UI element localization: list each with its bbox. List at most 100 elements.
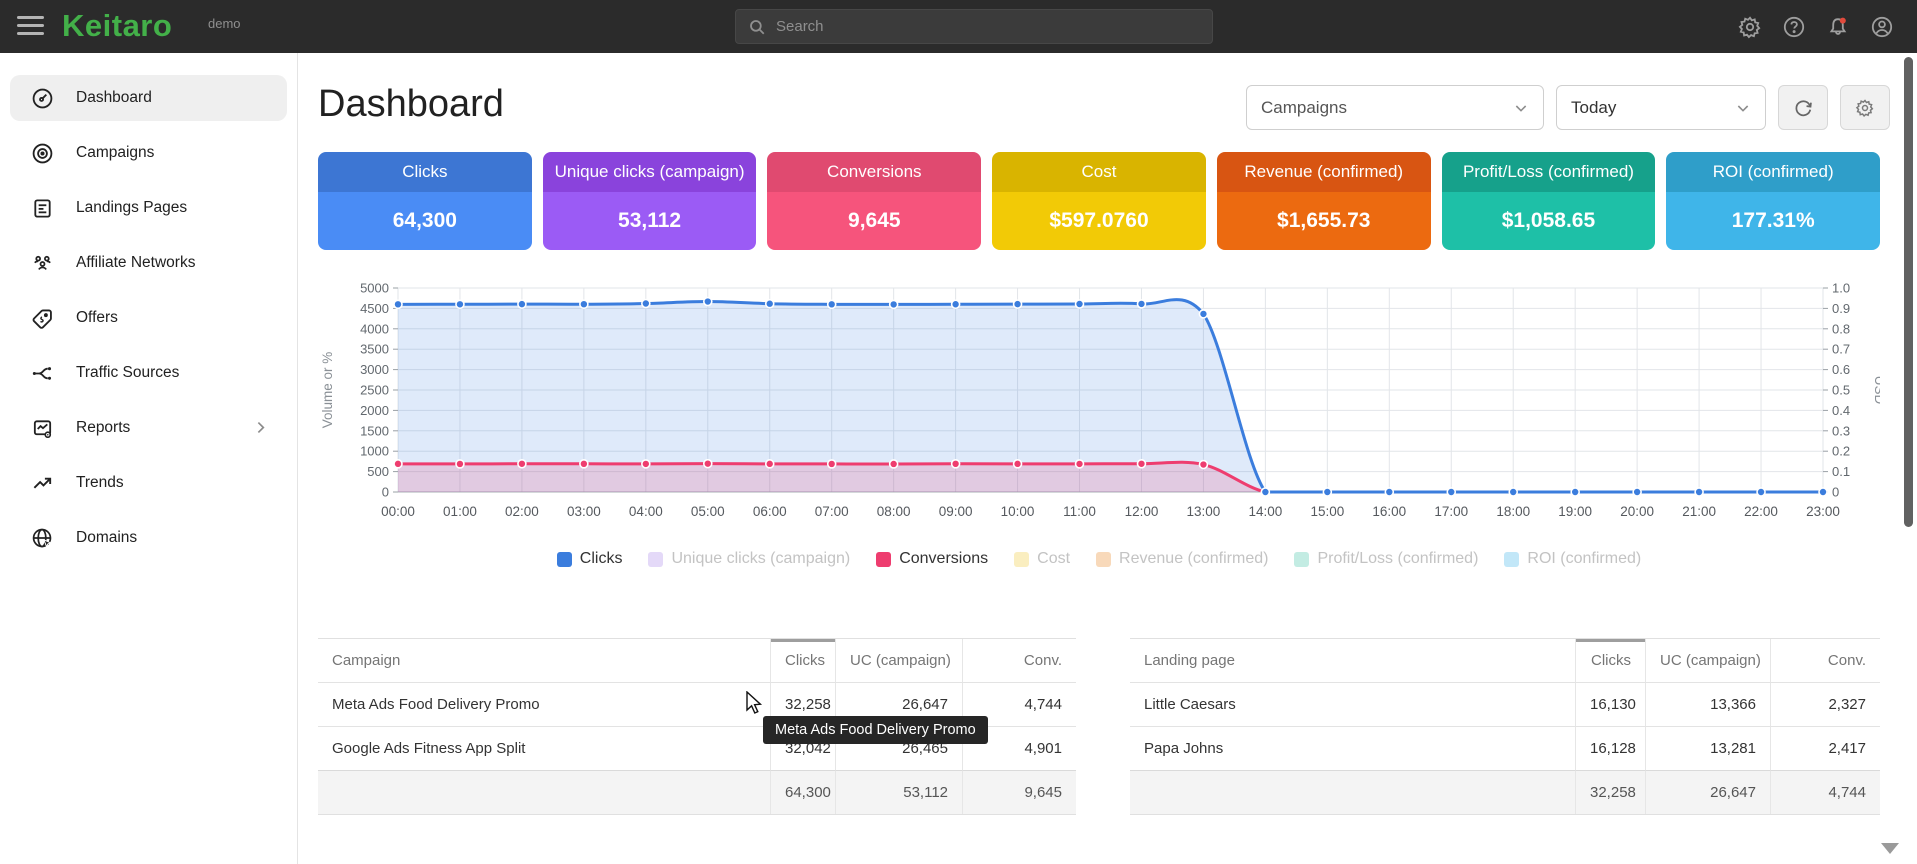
app-logo[interactable]: Keitaro [62, 8, 172, 44]
globe-icon [30, 526, 54, 550]
search-bar[interactable] [735, 9, 1213, 44]
svg-text:12:00: 12:00 [1125, 504, 1159, 519]
dashboard-settings-button[interactable] [1840, 85, 1890, 130]
legend-item-clicks[interactable]: Clicks [557, 550, 623, 568]
top-bar: Keitaro demo [0, 0, 1917, 53]
svg-text:0.8: 0.8 [1832, 321, 1850, 336]
mouse-cursor [745, 691, 767, 715]
search-input[interactable] [776, 18, 1200, 35]
stat-card-clicks[interactable]: Clicks 64,300 [318, 152, 532, 250]
sidebar-item-affiliate-networks[interactable]: Affiliate Networks [10, 240, 287, 286]
column-header-clicks[interactable]: Clicks [1575, 639, 1645, 682]
logo-demo-badge: demo [208, 16, 241, 31]
column-header-campaign[interactable]: Campaign [318, 639, 770, 682]
legend-item-conversions[interactable]: Conversions [876, 550, 988, 568]
svg-text:Volume or %: Volume or % [320, 352, 335, 429]
scroll-down-indicator[interactable] [1881, 843, 1899, 854]
svg-text:0.1: 0.1 [1832, 464, 1850, 479]
legend-item-profit-loss[interactable]: Profit/Loss (confirmed) [1294, 550, 1478, 568]
table-header-row: Campaign Clicks UC (campaign) Conv. [318, 639, 1076, 682]
account-icon[interactable] [1869, 14, 1895, 40]
table-row[interactable]: Papa Johns 16,128 13,281 2,417 [1130, 726, 1880, 770]
column-header-clicks[interactable]: Clicks [770, 639, 835, 682]
column-header-conv[interactable]: Conv. [1770, 639, 1880, 682]
svg-text:1.0: 1.0 [1832, 281, 1850, 296]
stat-card-value: 9,645 [767, 192, 981, 250]
people-icon [30, 251, 54, 275]
chevron-right-icon [252, 419, 269, 436]
stat-card-label: Unique clicks (campaign) [543, 152, 757, 192]
svg-text:05:00: 05:00 [691, 504, 725, 519]
stat-card-label: Clicks [318, 152, 532, 192]
legend-swatch [557, 552, 572, 567]
column-header-landing-page[interactable]: Landing page [1130, 639, 1575, 682]
chevron-down-icon [1735, 100, 1751, 116]
svg-text:0.4: 0.4 [1832, 403, 1850, 418]
sidebar-item-label: Dashboard [76, 89, 152, 107]
stat-card-roi[interactable]: ROI (confirmed) 177.31% [1666, 152, 1880, 250]
svg-text:0: 0 [1832, 485, 1839, 500]
svg-text:1000: 1000 [360, 444, 389, 459]
refresh-icon [1793, 97, 1814, 118]
pages-icon [30, 196, 54, 220]
legend-swatch [876, 552, 891, 567]
stat-card-label: ROI (confirmed) [1666, 152, 1880, 192]
menu-icon[interactable] [17, 16, 44, 40]
notifications-bell-icon[interactable] [1825, 14, 1851, 40]
svg-text:0.7: 0.7 [1832, 342, 1850, 357]
legend-swatch [1014, 552, 1029, 567]
svg-text:21:00: 21:00 [1682, 504, 1716, 519]
sidebar-item-label: Traffic Sources [76, 364, 179, 382]
legend-item-roi[interactable]: ROI (confirmed) [1504, 550, 1641, 568]
stat-card-conversions[interactable]: Conversions 9,645 [767, 152, 981, 250]
period-select[interactable]: Today [1556, 85, 1766, 130]
stat-cards: Clicks 64,300 Unique clicks (campaign) 5… [318, 152, 1880, 250]
sidebar-item-traffic-sources[interactable]: Traffic Sources [10, 350, 287, 396]
stat-card-label: Revenue (confirmed) [1217, 152, 1431, 192]
svg-text:4500: 4500 [360, 301, 389, 316]
sort-indicator [771, 639, 835, 642]
svg-text:1500: 1500 [360, 423, 389, 438]
sidebar-item-label: Landings Pages [76, 199, 187, 217]
svg-text:04:00: 04:00 [629, 504, 663, 519]
stat-card-profit-loss[interactable]: Profit/Loss (confirmed) $1,058.65 [1442, 152, 1656, 250]
gear-icon [1855, 98, 1875, 118]
legend-item-cost[interactable]: Cost [1014, 550, 1070, 568]
refresh-button[interactable] [1778, 85, 1828, 130]
grouping-select[interactable]: Campaigns [1246, 85, 1544, 130]
sidebar-item-landings-pages[interactable]: Landings Pages [10, 185, 287, 231]
column-header-uc[interactable]: UC (campaign) [835, 639, 962, 682]
svg-text:5000: 5000 [360, 281, 389, 296]
svg-text:0: 0 [382, 485, 389, 500]
page-scrollbar[interactable] [1904, 57, 1913, 527]
sidebar-item-offers[interactable]: Offers [10, 295, 287, 341]
column-header-uc[interactable]: UC (campaign) [1645, 639, 1770, 682]
legend-item-unique-clicks[interactable]: Unique clicks (campaign) [648, 550, 850, 568]
column-header-conv[interactable]: Conv. [962, 639, 1076, 682]
gauge-icon [30, 86, 54, 110]
trend-icon [30, 471, 54, 495]
stat-card-revenue[interactable]: Revenue (confirmed) $1,655.73 [1217, 152, 1431, 250]
sort-indicator [1576, 639, 1645, 642]
stat-card-value: 64,300 [318, 192, 532, 250]
svg-text:0.6: 0.6 [1832, 362, 1850, 377]
svg-text:USD: USD [1872, 376, 1880, 405]
sidebar-item-campaigns[interactable]: Campaigns [10, 130, 287, 176]
help-icon[interactable] [1781, 14, 1807, 40]
svg-text:13:00: 13:00 [1187, 504, 1221, 519]
legend-item-revenue[interactable]: Revenue (confirmed) [1096, 550, 1268, 568]
sidebar-item-dashboard[interactable]: Dashboard [10, 75, 287, 121]
sidebar-item-trends[interactable]: Trends [10, 460, 287, 506]
settings-icon[interactable] [1737, 14, 1763, 40]
sidebar-item-label: Campaigns [76, 144, 154, 162]
chevron-down-icon [1513, 100, 1529, 116]
sidebar-item-domains[interactable]: Domains [10, 515, 287, 561]
stat-card-cost[interactable]: Cost $597.0760 [992, 152, 1206, 250]
stat-card-unique-clicks[interactable]: Unique clicks (campaign) 53,112 [543, 152, 757, 250]
svg-text:01:00: 01:00 [443, 504, 477, 519]
table-totals-row: 64,300 53,112 9,645 [318, 770, 1076, 814]
sidebar-item-reports[interactable]: Reports [10, 405, 287, 451]
table-row[interactable]: Little Caesars 16,130 13,366 2,327 [1130, 682, 1880, 726]
stat-card-value: $1,058.65 [1442, 192, 1656, 250]
svg-text:0.5: 0.5 [1832, 383, 1850, 398]
